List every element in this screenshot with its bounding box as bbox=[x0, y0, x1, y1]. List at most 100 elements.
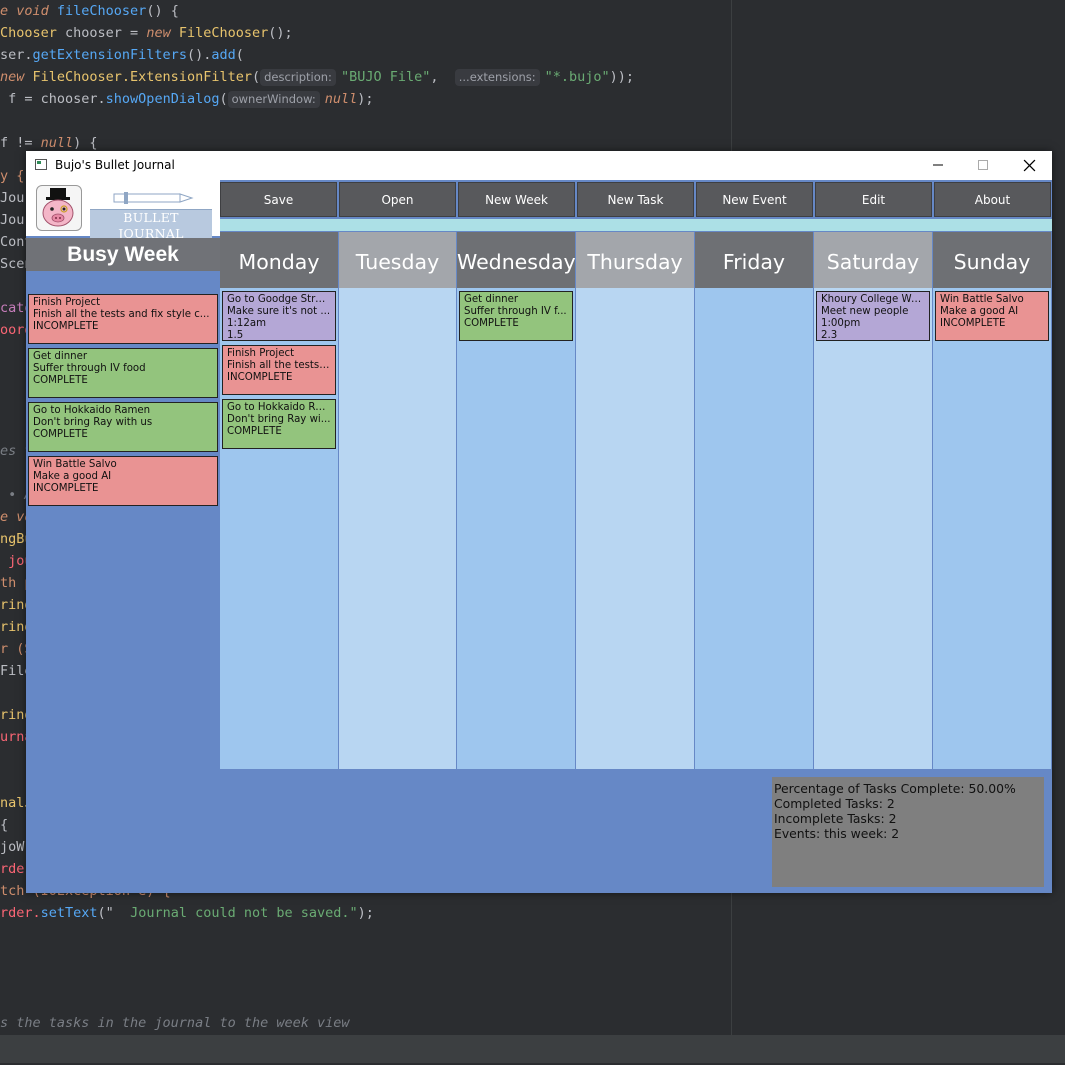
code-token: "BUJO File" bbox=[340, 69, 431, 85]
day-body[interactable]: Go to Goodge Street Make sure it's not ..… bbox=[220, 288, 338, 769]
day-body[interactable] bbox=[576, 288, 694, 769]
code-token: ); bbox=[357, 91, 374, 107]
code-token: ( bbox=[235, 47, 244, 63]
task-card[interactable]: Go to Hokkaido Ra... Don't bring Ray wi..… bbox=[222, 399, 336, 449]
day-header: Wednesday bbox=[457, 232, 576, 288]
task-queue: Finish Project Finish all the tests and f… bbox=[28, 294, 218, 510]
toolbar: Save Open New Week New Task New Event Edit Abo… bbox=[220, 182, 1052, 218]
code-token: (). bbox=[186, 47, 212, 63]
task-queue-item[interactable]: Win Battle Salvo Make a good AI INCOMPLETE bbox=[28, 456, 218, 506]
code-token: f = chooser. bbox=[0, 91, 106, 107]
stat-events: Events: this week: 2 bbox=[774, 826, 900, 841]
card-line: Go to Goodge Street bbox=[227, 294, 331, 305]
code-token: ( bbox=[251, 69, 261, 85]
day-column-tuesday: Tuesday bbox=[339, 232, 456, 769]
day-body[interactable]: Khoury College We... Meet new people 1:00p… bbox=[814, 288, 932, 769]
task-queue-item[interactable]: Get dinner Suffer through IV food COMPLETE bbox=[28, 348, 218, 398]
save-button[interactable]: Save bbox=[220, 182, 337, 217]
ide-status-bar bbox=[0, 1035, 1065, 1063]
stat-incomplete-tasks: Incomplete Tasks: 2 bbox=[774, 811, 897, 826]
code-line: rder.setText(" Journal could not be save… bbox=[0, 902, 374, 924]
day-items: Win Battle Salvo Make a good AI INCOMPLETE bbox=[935, 291, 1049, 345]
task-card[interactable]: Win Battle Salvo Make a good AI INCOMPLETE bbox=[935, 291, 1049, 341]
code-token: ); bbox=[357, 905, 374, 921]
bullet-journal-logo: BULLET JOURNAL bbox=[90, 187, 212, 243]
code-token: getExtensionFilters bbox=[32, 47, 187, 63]
code-token: rder. bbox=[0, 905, 41, 921]
app-window: Bujo's Bullet Journal BULLET JOURNAL Bus… bbox=[26, 151, 1052, 893]
code-token: Chooser bbox=[0, 25, 66, 41]
day-body[interactable]: Win Battle Salvo Make a good AI INCOMPLETE bbox=[933, 288, 1051, 769]
card-line: Go to Hokkaido Ra... bbox=[227, 402, 331, 413]
day-body[interactable] bbox=[339, 288, 456, 769]
event-card[interactable]: Khoury College We... Meet new people 1:00p… bbox=[816, 291, 930, 341]
param-hint: ownerWindow: bbox=[227, 91, 320, 108]
card-line: Finish Project bbox=[33, 297, 101, 308]
code-token: e bbox=[0, 3, 17, 19]
maximize-button[interactable] bbox=[960, 151, 1006, 180]
param-hint: ...extensions: bbox=[454, 69, 540, 86]
code-token: () { bbox=[146, 3, 179, 19]
code-token: y { bbox=[0, 168, 25, 184]
task-card[interactable]: Finish Project Finish all the tests ... IN… bbox=[222, 345, 336, 395]
about-button[interactable]: About bbox=[934, 182, 1051, 217]
day-body[interactable] bbox=[695, 288, 813, 769]
code-token: ( bbox=[219, 91, 228, 107]
card-line: Make sure it's not ... bbox=[227, 306, 331, 317]
card-line: INCOMPLETE bbox=[33, 321, 99, 332]
card-line: COMPLETE bbox=[464, 318, 519, 329]
toolbar-strip bbox=[220, 219, 1052, 231]
code-token: Journal could not be saved." bbox=[130, 905, 358, 921]
pig-logo-icon bbox=[36, 185, 82, 231]
card-line: Khoury College We... bbox=[821, 294, 925, 305]
card-line: Meet new people bbox=[821, 306, 909, 317]
card-line: Win Battle Salvo bbox=[940, 294, 1024, 305]
day-body[interactable]: Get dinner Suffer through IV f... COMPLETE bbox=[457, 288, 575, 769]
task-queue-item[interactable]: Go to Hokkaido Ramen Don't bring Ray with… bbox=[28, 402, 218, 452]
day-header: Saturday bbox=[814, 232, 932, 288]
code-token: { bbox=[0, 817, 9, 833]
code-token: , bbox=[430, 69, 455, 85]
card-line: 2.3 bbox=[821, 330, 838, 341]
day-column-sunday: Sunday Win Battle Salvo Make a good AI INCO… bbox=[933, 232, 1051, 769]
window-title: Bujo's Bullet Journal bbox=[55, 158, 175, 172]
new-event-button[interactable]: New Event bbox=[696, 182, 813, 217]
code-line: e void fileChooser() { bbox=[0, 0, 179, 22]
task-card[interactable]: Get dinner Suffer through IV f... COMPLETE bbox=[459, 291, 573, 341]
new-task-button[interactable]: New Task bbox=[577, 182, 694, 217]
card-line: INCOMPLETE bbox=[940, 318, 1006, 329]
open-button[interactable]: Open bbox=[339, 182, 456, 217]
week-title-box: Busy Week bbox=[26, 238, 220, 271]
code-token: new bbox=[0, 69, 33, 85]
card-line: 1:12am bbox=[227, 318, 267, 329]
card-line: INCOMPLETE bbox=[33, 483, 99, 494]
title-bar[interactable]: Bujo's Bullet Journal bbox=[26, 151, 1052, 180]
event-card[interactable]: Go to Goodge Street Make sure it's not ..… bbox=[222, 291, 336, 341]
code-token: )); bbox=[609, 69, 635, 85]
day-header: Monday bbox=[220, 232, 338, 288]
code-token: void bbox=[16, 3, 57, 19]
code-token: (" bbox=[97, 905, 131, 921]
param-hint: description: bbox=[260, 69, 336, 86]
card-line: Suffer through IV food bbox=[33, 363, 146, 374]
edit-button[interactable]: Edit bbox=[815, 182, 932, 217]
code-line: new FileChooser.ExtensionFilter(descript… bbox=[0, 66, 634, 88]
card-line: Make a good AI bbox=[33, 471, 112, 482]
code-token: f != bbox=[0, 135, 41, 151]
code-token: add bbox=[211, 47, 236, 63]
close-button[interactable] bbox=[1006, 151, 1052, 180]
new-week-button[interactable]: New Week bbox=[458, 182, 575, 217]
code-token: (); bbox=[268, 25, 293, 41]
card-line: Make a good AI bbox=[940, 306, 1019, 317]
card-line: Finish Project bbox=[227, 348, 295, 359]
task-queue-item[interactable]: Finish Project Finish all the tests and f… bbox=[28, 294, 218, 344]
card-line: Don't bring Ray with us bbox=[33, 417, 153, 428]
day-items: Get dinner Suffer through IV f... COMPLETE bbox=[459, 291, 573, 345]
logo-area: BULLET JOURNAL bbox=[26, 180, 220, 243]
app-icon bbox=[35, 159, 47, 170]
code-token: chooser = bbox=[65, 25, 147, 41]
stat-completed-tasks: Completed Tasks: 2 bbox=[774, 796, 895, 811]
code-token: FileChooser bbox=[178, 25, 269, 41]
minimize-button[interactable] bbox=[915, 151, 961, 180]
day-column-friday: Friday bbox=[695, 232, 813, 769]
